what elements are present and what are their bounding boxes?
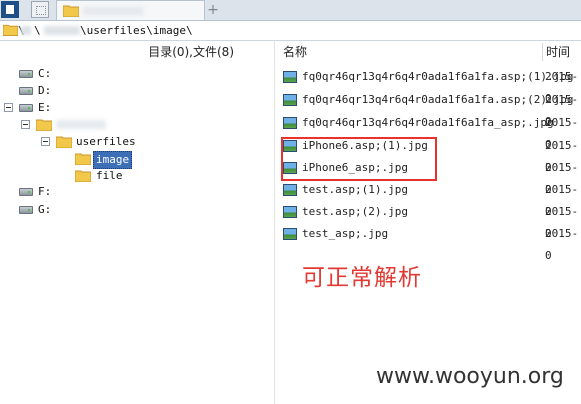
folder-label-selected: image bbox=[93, 151, 133, 169]
column-header-time[interactable]: 时间 bbox=[546, 41, 570, 63]
tree-item-redacted-folder[interactable] bbox=[0, 117, 274, 133]
file-time: 2015-0 bbox=[545, 227, 579, 262]
tree-item-drive-c[interactable]: C: bbox=[0, 66, 274, 82]
drive-label: C: bbox=[38, 67, 52, 80]
tab-current-folder[interactable] bbox=[56, 0, 205, 20]
tree-item-file[interactable]: file bbox=[0, 168, 274, 184]
folder-icon bbox=[75, 170, 91, 182]
folder-icon bbox=[75, 153, 91, 165]
file-row[interactable]: test.asp;(2).jpg 2015-0 bbox=[276, 201, 581, 240]
tree-summary: 目录(0),文件(8) bbox=[148, 45, 234, 59]
file-name: test.asp;(2).jpg bbox=[302, 205, 408, 218]
address-path: \userfiles\image\ bbox=[80, 24, 193, 37]
drive-label: E: bbox=[38, 101, 52, 114]
file-name: test_asp;.jpg bbox=[302, 227, 389, 240]
tree-item-drive-f[interactable]: F: bbox=[0, 184, 274, 200]
new-panel-icon[interactable] bbox=[31, 1, 49, 18]
image-file-icon bbox=[283, 206, 297, 218]
folder-icon bbox=[3, 24, 18, 36]
watermark: www.wooyun.org bbox=[376, 364, 564, 389]
file-name: fq0qr46qr13q4r6q4r0ada1f6a1fa.asp;(1).jp… bbox=[302, 70, 574, 83]
collapse-icon[interactable] bbox=[41, 137, 50, 146]
image-file-icon bbox=[283, 71, 297, 83]
drive-label: D: bbox=[38, 84, 52, 97]
file-row[interactable]: fq0qr46qr13q4r6q4r0ada1f6a1fa_asp;.jpg 2… bbox=[276, 112, 581, 151]
folder-label: file bbox=[96, 169, 123, 182]
tree-item-image[interactable]: image bbox=[0, 151, 274, 169]
redacted-path-segment bbox=[44, 26, 80, 35]
tree-header: 目录(0),文件(8) bbox=[0, 41, 274, 63]
folder-icon bbox=[56, 136, 72, 148]
collapse-icon[interactable] bbox=[4, 103, 13, 112]
drive-icon bbox=[19, 87, 33, 95]
drive-icon bbox=[19, 206, 33, 214]
drive-label: G: bbox=[38, 203, 52, 216]
redacted-tab-title bbox=[83, 7, 143, 15]
drive-label: F: bbox=[38, 185, 52, 198]
panel-toggle-icon[interactable] bbox=[1, 1, 19, 18]
file-name: fq0qr46qr13q4r6q4r0ada1f6a1fa_asp;.jpg bbox=[302, 116, 554, 129]
folder-icon bbox=[63, 5, 79, 17]
add-tab-button[interactable]: + bbox=[205, 1, 221, 19]
tree-item-drive-g[interactable]: G: bbox=[0, 202, 274, 218]
column-header-name[interactable]: 名称 bbox=[283, 41, 307, 63]
image-file-icon bbox=[283, 94, 297, 106]
tab-bar: + bbox=[0, 0, 581, 21]
file-list-pane: 名称 时间 fq0qr46qr13q4r6q4r0ada1f6a1fa.asp;… bbox=[276, 41, 581, 404]
tree-item-drive-d[interactable]: D: bbox=[0, 83, 274, 99]
tree-item-userfiles[interactable]: userfiles bbox=[0, 134, 274, 150]
file-name: fq0qr46qr13q4r6q4r0ada1f6a1fa.asp;(2).jp… bbox=[302, 93, 574, 106]
file-name: test.asp;(1).jpg bbox=[302, 183, 408, 196]
file-row[interactable]: fq0qr46qr13q4r6q4r0ada1f6a1fa.asp;(1).jp… bbox=[276, 66, 581, 105]
file-row[interactable]: test.asp;(1).jpg 2015-0 bbox=[276, 179, 581, 218]
tree-item-drive-e[interactable]: E: bbox=[0, 100, 274, 116]
drive-icon bbox=[19, 70, 33, 78]
image-file-icon bbox=[283, 117, 297, 129]
folder-label: userfiles bbox=[76, 135, 136, 148]
highlight-box bbox=[281, 137, 437, 181]
annotation-text: 可正常解析 bbox=[302, 265, 422, 291]
drive-icon bbox=[19, 188, 33, 196]
image-file-icon bbox=[283, 184, 297, 196]
directory-tree-pane: 目录(0),文件(8) C: D: E: userfiles image fil… bbox=[0, 41, 275, 404]
file-row[interactable]: test_asp;.jpg 2015-0 bbox=[276, 223, 581, 262]
address-path-separator: \ bbox=[34, 24, 41, 37]
image-file-icon bbox=[283, 228, 297, 240]
folder-icon bbox=[36, 119, 52, 131]
collapse-icon[interactable] bbox=[21, 120, 30, 129]
address-bar[interactable]: \ \ \userfiles\image\ bbox=[0, 21, 581, 41]
column-divider[interactable] bbox=[542, 43, 543, 61]
redacted-path-segment bbox=[21, 26, 31, 35]
file-row[interactable]: fq0qr46qr13q4r6q4r0ada1f6a1fa.asp;(2).jp… bbox=[276, 89, 581, 128]
drive-icon bbox=[19, 104, 33, 112]
redacted-folder-name bbox=[56, 120, 106, 129]
